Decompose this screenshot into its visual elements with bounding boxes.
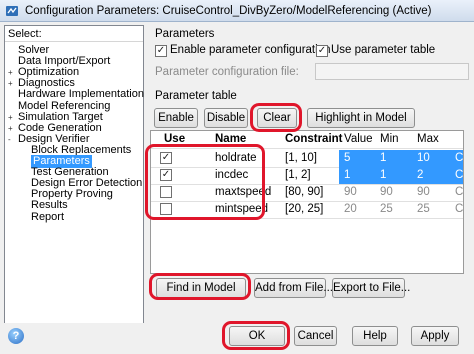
cell-min: 90 bbox=[380, 186, 393, 198]
clear-highlight-box bbox=[250, 103, 302, 132]
tree-toggle-icon[interactable]: - bbox=[8, 133, 11, 146]
tree-header: Select: bbox=[5, 26, 143, 42]
parameter-table-title: Parameter table bbox=[155, 90, 237, 102]
cell-max: 2 bbox=[417, 169, 424, 181]
cell-constraint[interactable]: [80, 90] bbox=[285, 184, 323, 201]
category-tree[interactable]: Select: Solver Data Import/Export + Optimiz… bbox=[4, 25, 144, 343]
cell-max: 10 bbox=[417, 152, 430, 164]
export-to-file-button[interactable]: Export to File... bbox=[332, 278, 410, 298]
col-header-value: Value bbox=[344, 133, 373, 145]
cancel-button[interactable]: Cancel bbox=[294, 326, 337, 346]
col-header-min: Min bbox=[380, 133, 399, 145]
cell-extra: C bbox=[455, 186, 464, 198]
apply-button[interactable]: Apply bbox=[411, 326, 459, 346]
selected-value-highlight bbox=[339, 167, 463, 184]
cell-extra: C bbox=[455, 169, 464, 181]
cell-max: 25 bbox=[417, 203, 430, 215]
config-file-label: Parameter configuration file: bbox=[155, 66, 299, 78]
highlight-in-model-button[interactable]: Highlight in Model bbox=[307, 108, 415, 128]
cell-extra: C bbox=[455, 152, 464, 164]
cell-constraint[interactable]: [1, 2] bbox=[285, 167, 311, 184]
use-table-label: Use parameter table bbox=[331, 44, 436, 56]
col-header-max: Max bbox=[417, 133, 439, 145]
cell-constraint[interactable]: [20, 25] bbox=[285, 201, 323, 218]
enable-config-label: Enable parameter configuration bbox=[170, 44, 331, 56]
use-name-highlight-box bbox=[145, 144, 265, 220]
col-header-constraint: Constraint bbox=[285, 133, 343, 145]
cell-min: 1 bbox=[380, 169, 387, 181]
add-from-file-button[interactable]: Add from File... bbox=[254, 278, 333, 298]
section-title: Parameters bbox=[155, 28, 215, 40]
tree-toggle-icon[interactable]: + bbox=[8, 77, 13, 90]
cell-value[interactable]: 90 bbox=[344, 184, 357, 201]
cell-min: 1 bbox=[380, 152, 387, 164]
enable-button[interactable]: Enable bbox=[154, 108, 198, 128]
help-icon[interactable]: ? bbox=[8, 328, 24, 344]
ok-highlight-box bbox=[222, 321, 290, 350]
window-title: Configuration Parameters: CruiseControl_… bbox=[25, 4, 432, 17]
selected-value-highlight bbox=[339, 150, 463, 167]
cell-min: 25 bbox=[380, 203, 393, 215]
cell-value[interactable]: 20 bbox=[344, 201, 357, 218]
simulink-app-icon bbox=[6, 5, 18, 16]
cell-extra: C bbox=[455, 203, 464, 215]
disable-button[interactable]: Disable bbox=[204, 108, 248, 128]
enable-config-checkbox[interactable]: ✓ bbox=[155, 45, 167, 57]
find-highlight-box bbox=[149, 273, 251, 300]
help-button[interactable]: Help bbox=[352, 326, 398, 346]
config-dialog: Configuration Parameters: CruiseControl_… bbox=[0, 0, 474, 354]
tree-item[interactable]: Report bbox=[31, 211, 64, 224]
use-table-checkbox[interactable]: ✓ bbox=[316, 45, 328, 57]
config-file-input[interactable] bbox=[315, 63, 469, 80]
cell-max: 90 bbox=[417, 186, 430, 198]
title-bar: Configuration Parameters: CruiseControl_… bbox=[0, 0, 474, 22]
cell-value[interactable]: 1 bbox=[344, 167, 350, 184]
cell-value[interactable]: 5 bbox=[344, 150, 350, 167]
cell-constraint[interactable]: [1, 10] bbox=[285, 150, 317, 167]
